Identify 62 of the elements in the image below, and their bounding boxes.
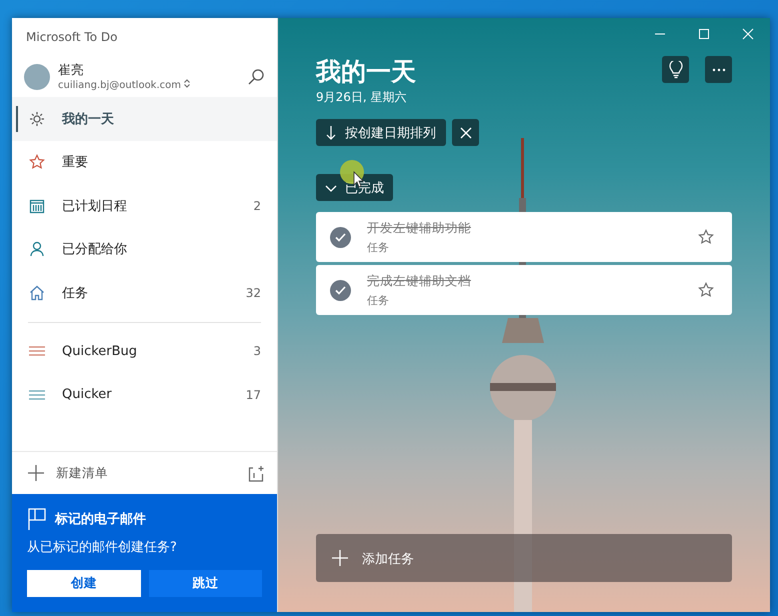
person-icon (29, 241, 45, 258)
account-name: 崔亮 (58, 62, 85, 79)
sidebar-item[interactable]: 我的一天 (12, 97, 277, 140)
down-arrow-icon (326, 126, 336, 140)
sidebar-item[interactable]: 已计划日程 2 (12, 184, 277, 228)
item-label: Quicker (62, 387, 113, 402)
add-task-bar[interactable]: 添加任务 (316, 534, 732, 582)
create-button[interactable]: 创建 (27, 570, 140, 597)
flag-icon (27, 508, 47, 530)
close-icon (742, 28, 754, 40)
task-subtitle: 任务 (367, 292, 390, 308)
promo-title: 标记的电子邮件 (55, 511, 146, 528)
more-icon (712, 68, 726, 72)
task-subtitle: 任务 (367, 240, 390, 254)
new-group-icon[interactable] (248, 464, 265, 482)
search-icon[interactable] (247, 68, 265, 86)
star-icon[interactable] (698, 229, 714, 245)
star-icon[interactable] (698, 282, 714, 298)
promo-text: 从已标记的邮件创建任务? (27, 539, 178, 556)
plus-icon[interactable] (28, 465, 44, 481)
item-count: 2 (253, 198, 261, 213)
sidebar-item[interactable]: QuickerBug 3 (12, 330, 277, 373)
selection-indicator (16, 106, 18, 132)
skip-button[interactable]: 跳过 (148, 570, 262, 597)
check-circle-icon[interactable] (330, 226, 351, 248)
expand-icon[interactable] (184, 79, 190, 88)
sidebar-item[interactable]: 任务 32 (12, 271, 277, 314)
suggestions-button[interactable] (662, 56, 689, 83)
new-list-button[interactable]: 新建清单 (56, 464, 236, 482)
home-icon (29, 284, 45, 301)
task-title: 开发左键辅助功能 (367, 220, 472, 236)
item-label: 任务 (62, 284, 89, 302)
item-label: 已分配给你 (62, 241, 128, 258)
sidebar-item[interactable]: 已分配给你 (12, 228, 277, 271)
item-count: 32 (246, 286, 261, 300)
sidebar-item[interactable]: 重要 (12, 140, 277, 184)
item-count: 3 (253, 344, 261, 358)
item-count: 17 (246, 388, 261, 402)
sort-button[interactable]: 按创建日期排列 (316, 119, 446, 146)
item-label: 已计划日程 (62, 198, 128, 215)
item-label: QuickerBug (62, 344, 138, 359)
task-card[interactable]: 开发左键辅助功能 任务 (316, 212, 732, 262)
lightbulb-icon (668, 60, 682, 78)
calendar-icon (29, 198, 45, 214)
check-circle-icon[interactable] (330, 280, 351, 300)
page-title: 我的一天 (316, 56, 417, 88)
sun-icon (29, 110, 45, 127)
more-button[interactable] (705, 56, 732, 83)
item-label: 重要 (62, 154, 89, 172)
plus-icon (332, 550, 348, 566)
app-title: Microsoft To Do (25, 29, 118, 46)
account-email[interactable]: cuiliang.bj@outlook.com (58, 79, 239, 91)
clear-sort-button[interactable] (452, 119, 479, 146)
sidebar-item[interactable]: Quicker 17 (12, 373, 277, 416)
task-title: 完成左键辅助文档 (367, 272, 472, 290)
close-icon (460, 126, 472, 138)
date-label: 9月26日, 星期六 (316, 89, 408, 106)
maximize-icon (698, 28, 710, 40)
item-label: 我的一天 (62, 110, 115, 128)
add-task-field[interactable]: 添加任务 (360, 550, 716, 566)
task-card[interactable]: 完成左键辅助文档 任务 (316, 265, 732, 315)
star-icon (29, 154, 45, 170)
